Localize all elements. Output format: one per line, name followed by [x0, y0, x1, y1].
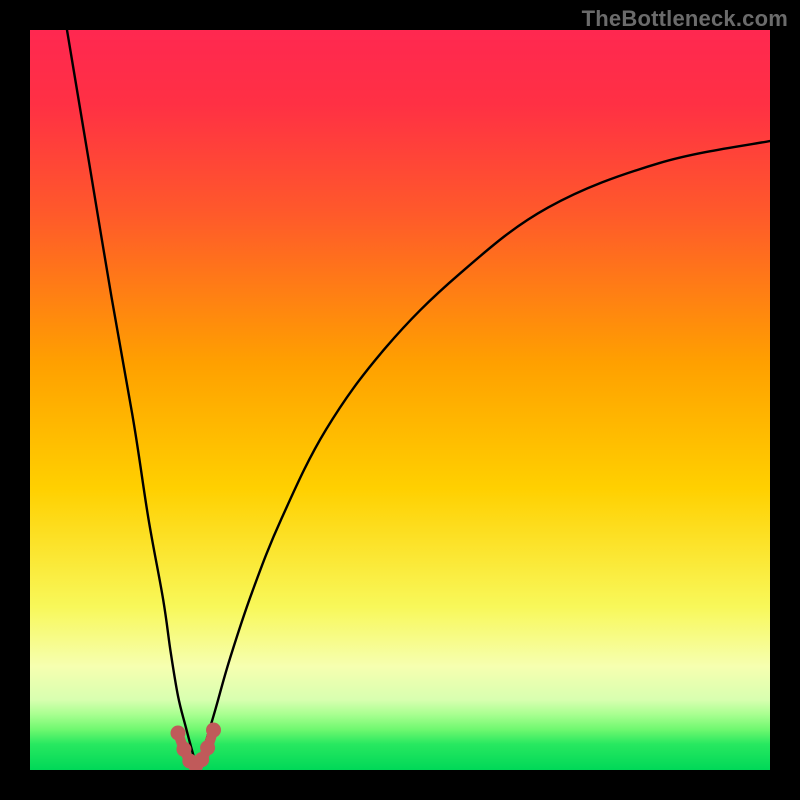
- curve-layer: [30, 30, 770, 770]
- curve-left-branch: [67, 30, 197, 766]
- marker-dot: [200, 740, 215, 755]
- watermark-text: TheBottleneck.com: [582, 6, 788, 32]
- plot-area: [30, 30, 770, 770]
- outer-frame: TheBottleneck.com: [0, 0, 800, 800]
- marker-dots: [171, 723, 222, 770]
- curve-right-branch: [197, 141, 771, 766]
- marker-dot: [206, 723, 221, 738]
- marker-dot: [171, 726, 186, 741]
